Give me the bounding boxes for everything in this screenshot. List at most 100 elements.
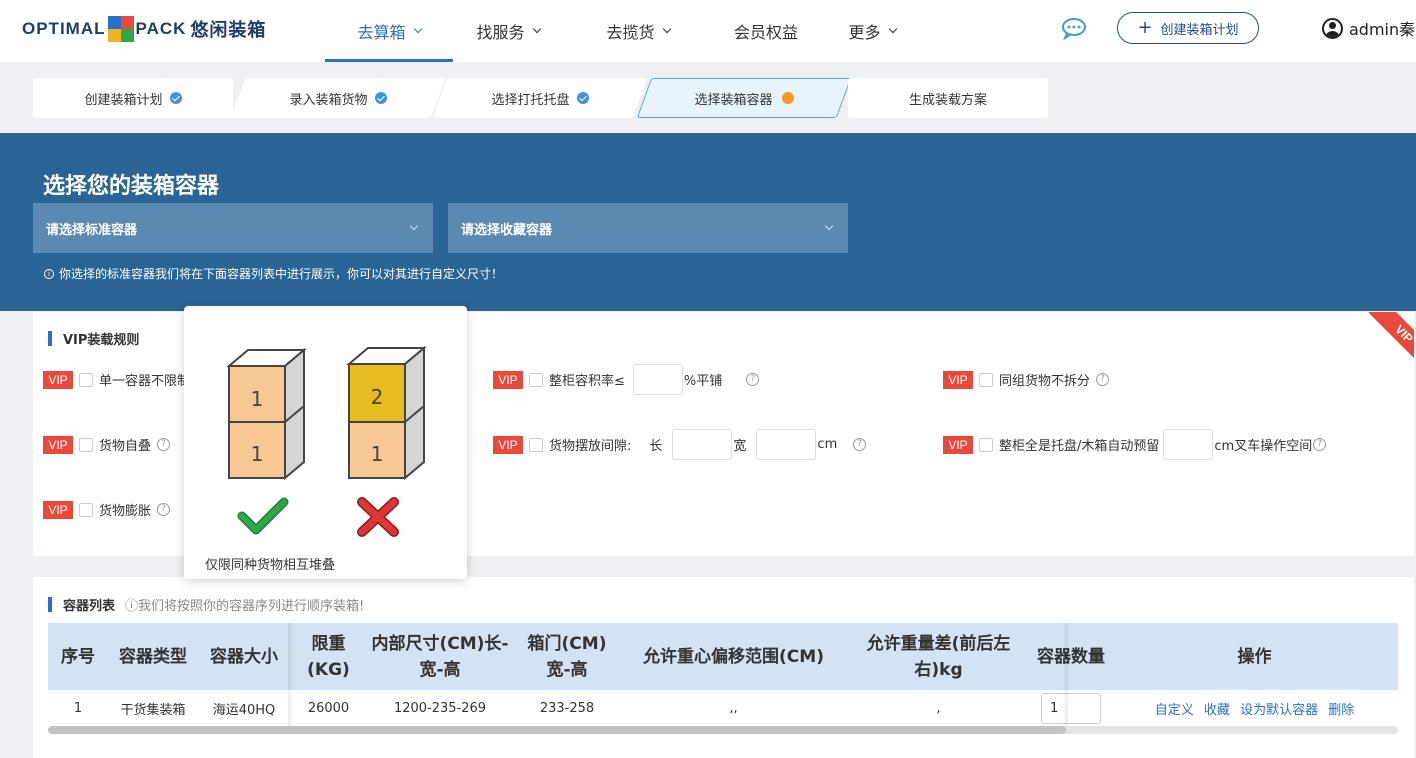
cell-index: 1 xyxy=(73,701,83,716)
nav-calc[interactable]: 去算箱 xyxy=(325,0,453,62)
step-label: 生成装载方案 xyxy=(908,92,987,108)
box-label: 1 xyxy=(251,442,264,466)
volume-rate-input[interactable] xyxy=(632,364,683,395)
self-stack-tooltip: 1 1 2 1 仅限同种货物相互堆叠 xyxy=(184,306,467,579)
volume-rate-checkbox[interactable] xyxy=(529,372,543,387)
rule-label: 单一容器不限制 xyxy=(99,374,191,389)
group-nosplit-checkbox[interactable] xyxy=(979,372,993,387)
vip-badge: VIP xyxy=(493,435,523,454)
help-icon[interactable]: ? xyxy=(1096,373,1110,386)
cell-weight-diff: , xyxy=(936,701,941,716)
nav-membership-label: 会员权益 xyxy=(733,23,798,42)
step-label: 选择装箱容器 xyxy=(694,92,773,108)
vip-badge: VIP xyxy=(943,370,973,389)
step-enter-goods[interactable]: 录入装箱货物 xyxy=(230,78,446,118)
step-select-pallet[interactable]: 选择打托托盘 xyxy=(432,78,648,118)
username: admin秦 xyxy=(1349,20,1416,39)
vip-badge: VIP xyxy=(43,370,73,389)
scrollbar-thumb[interactable] xyxy=(48,726,1066,734)
chat-bubble-icon[interactable] xyxy=(1060,16,1088,40)
self-stack-checkbox[interactable] xyxy=(79,437,93,452)
banner-tip-text: 你选择的标准容器我们将在下面容器列表中进行展示，你可以对其进行自定义尺寸！ xyxy=(59,267,504,281)
logo-text-right: PACK xyxy=(135,19,187,38)
quantity-input[interactable]: 1 xyxy=(1041,693,1101,724)
cell-qty: 1 xyxy=(1031,690,1111,727)
nav-membership[interactable]: 会员权益 xyxy=(716,0,816,62)
cell-offset: ,, xyxy=(729,701,738,716)
help-icon[interactable]: ? xyxy=(853,438,867,451)
vip-badge: VIP xyxy=(43,435,73,454)
step-select-container[interactable]: 选择装箱容器 xyxy=(636,78,852,118)
favorite-container-select[interactable]: 请选择收藏容器 xyxy=(448,203,848,253)
gap-width-label: 宽 xyxy=(733,439,747,454)
nav-calc-label: 去算箱 xyxy=(357,23,406,42)
col-actions: 操作 xyxy=(1111,623,1398,690)
logo[interactable]: OPTIMAL PACK 悠闲装箱 xyxy=(22,14,266,44)
delete-link[interactable]: 删除 xyxy=(1328,703,1354,718)
step-create-plan[interactable]: 创建装箱计划 xyxy=(33,78,233,118)
step-label: 录入装箱货物 xyxy=(289,92,368,108)
user-menu[interactable]: admin秦 xyxy=(1322,16,1415,40)
col-door: 箱门(CM)宽-高 xyxy=(513,623,621,690)
horizontal-scrollbar[interactable] xyxy=(48,726,1398,734)
standard-container-select[interactable]: 请选择标准容器 xyxy=(33,203,433,253)
help-icon[interactable]: ? xyxy=(157,438,171,451)
nav-services[interactable]: 找服务 xyxy=(458,0,558,62)
current-dot-icon xyxy=(781,92,794,104)
nav-more[interactable]: 更多 xyxy=(822,0,922,62)
cell-actions: 自定义 收藏 设为默认容器 删除 xyxy=(1111,690,1398,727)
step-generate-plan[interactable]: 生成装载方案 xyxy=(848,78,1048,118)
vip-rules-title: VIP装载规则 xyxy=(48,329,139,348)
set-default-link[interactable]: 设为默认容器 xyxy=(1240,703,1318,718)
favorite-select-placeholder: 请选择收藏容器 xyxy=(461,222,553,238)
create-plan-button[interactable]: + 创建装箱计划 xyxy=(1117,12,1259,44)
vip-ribbon: VIP xyxy=(1362,312,1414,360)
user-avatar-icon xyxy=(1322,17,1343,39)
rule-expand: VIP 货物膨胀 ? xyxy=(43,500,171,519)
rule-gap: VIP 货物摆放间隙: 长 宽 cm ? xyxy=(493,429,867,460)
vip-badge: VIP xyxy=(943,435,973,454)
cell-limit: 26000 xyxy=(307,701,350,716)
plus-icon: + xyxy=(1137,17,1153,38)
create-plan-label: 创建装箱计划 xyxy=(1160,22,1239,38)
container-list-title-text: 容器列表 xyxy=(63,599,116,614)
nav-more-label: 更多 xyxy=(848,23,881,42)
single-container-checkbox[interactable] xyxy=(79,372,93,387)
banner-tip: i 你选择的标准容器我们将在下面容器列表中进行展示，你可以对其进行自定义尺寸！ xyxy=(44,265,503,282)
container-select-banner: 选择您的装箱容器 请选择标准容器 请选择收藏容器 i 你选择的标准容器我们将在下… xyxy=(0,133,1416,311)
step-label: 创建装箱计划 xyxy=(84,92,163,108)
rule-label: 同组货物不拆分 xyxy=(999,374,1091,389)
col-weight-diff: 允许重量差(前后左右)kg xyxy=(846,623,1031,690)
help-icon[interactable]: ? xyxy=(1313,438,1327,451)
help-icon[interactable]: ? xyxy=(157,503,171,516)
table-row: 1 干货集装箱 海运40HQ 26000 1200-235-269 233-25… xyxy=(48,690,1398,727)
box-label: 1 xyxy=(251,387,264,411)
rule-label: 整柜容积率≤ xyxy=(549,374,625,389)
nav-services-label: 找服务 xyxy=(476,23,525,42)
gap-length-input[interactable] xyxy=(672,429,733,460)
help-icon[interactable]: ? xyxy=(746,373,760,386)
customize-link[interactable]: 自定义 xyxy=(1155,703,1194,718)
box-label: 1 xyxy=(371,442,384,466)
stack-illustration: 1 1 2 1 xyxy=(226,345,427,537)
rule-label: 整柜全是托盘/木箱自动预留 xyxy=(999,439,1160,454)
pallet-reserve-checkbox[interactable] xyxy=(979,437,993,452)
logo-cn: 悠闲装箱 xyxy=(190,20,267,40)
nav-cargo[interactable]: 去揽货 xyxy=(588,0,688,62)
cell-inner: 1200-235-269 xyxy=(393,701,487,716)
favorite-link[interactable]: 收藏 xyxy=(1204,703,1230,718)
rule-single-container: VIP 单一容器不限制 xyxy=(43,370,190,389)
col-inner: 内部尺寸(CM)长-宽-高 xyxy=(367,623,513,690)
top-navbar: OPTIMAL PACK 悠闲装箱 去算箱 找服务 去揽货 会员权益 更多 + … xyxy=(0,0,1416,62)
gap-width-input[interactable] xyxy=(756,429,817,460)
cell-type: 干货集装箱 xyxy=(120,703,186,718)
rule-label: 货物膨胀 xyxy=(99,504,152,519)
container-list-panel: 容器列表 ⓘ我们将按照你的容器序列进行顺序装箱! 序号 容器类型 容器大小 限重… xyxy=(33,577,1414,758)
expand-checkbox[interactable] xyxy=(79,502,93,517)
gap-checkbox[interactable] xyxy=(529,437,543,452)
rule-label: %平铺 xyxy=(683,374,723,389)
pallet-reserve-input[interactable] xyxy=(1163,429,1214,460)
vip-ribbon-text: VIP xyxy=(1368,312,1414,360)
col-index: 序号 xyxy=(48,623,108,690)
rule-label: cm叉车操作空间 xyxy=(1214,439,1313,454)
